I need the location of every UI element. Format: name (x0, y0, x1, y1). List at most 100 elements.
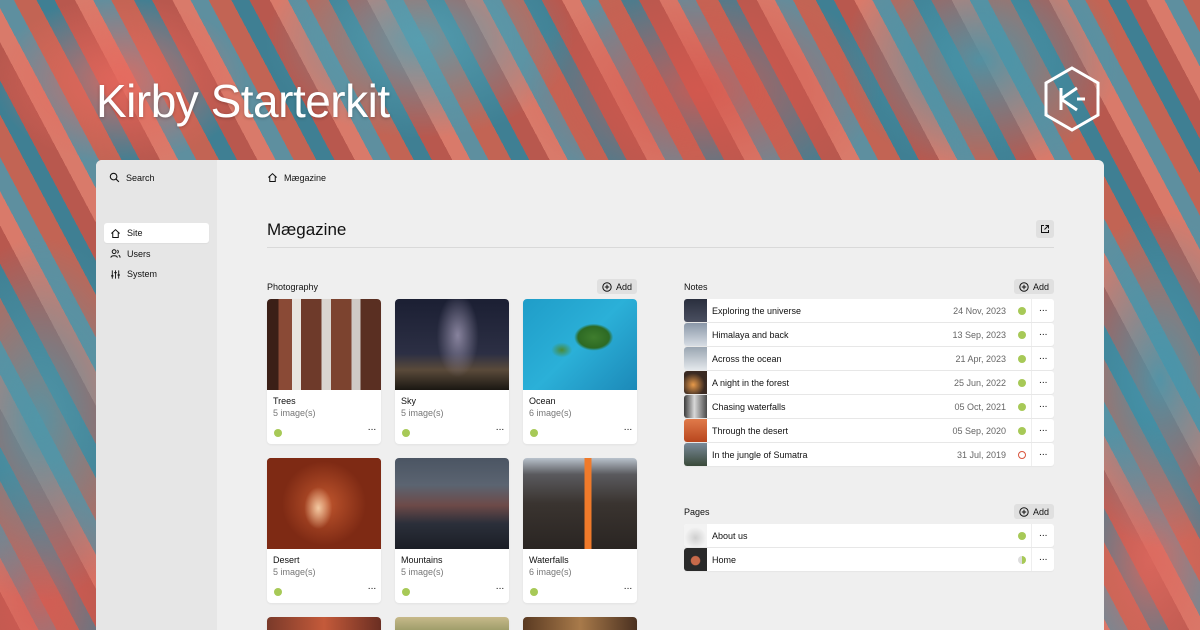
list-item[interactable]: In the jungle of Sumatra 31 Jul, 2019 ··… (684, 443, 1054, 466)
sidebar-item-site[interactable]: Site (104, 223, 209, 243)
panel-window: Search Site Users System Mægazine Mægazi… (96, 160, 1104, 630)
more-options-button[interactable]: ··· (496, 424, 505, 435)
list-item[interactable]: About us ··· (684, 524, 1054, 547)
sidebar-search-label: Search (126, 172, 155, 183)
row-thumbnail (684, 524, 707, 547)
card-mountains[interactable]: Mountains 5 image(s) ··· (395, 458, 509, 603)
add-circle-icon (602, 281, 612, 292)
status-listed-icon[interactable] (1018, 378, 1026, 387)
search-icon (109, 172, 120, 183)
more-options-button[interactable]: ··· (1036, 530, 1050, 541)
more-options-button[interactable]: ··· (496, 583, 505, 594)
row-thumbnail (684, 323, 707, 346)
card-image (523, 458, 637, 549)
kirby-logo-icon (1044, 66, 1100, 132)
notes-header: Notes Add (684, 279, 1054, 294)
row-thumbnail (684, 395, 707, 418)
status-listed-icon[interactable] (1018, 531, 1026, 540)
card-image (523, 299, 637, 390)
notes-add-button[interactable]: Add (1013, 279, 1054, 294)
breadcrumb[interactable]: Mægazine (267, 172, 326, 183)
pages-add-button[interactable]: Add (1013, 504, 1054, 519)
list-item[interactable]: Home ··· (684, 548, 1054, 571)
pages-list: About us ··· Home ··· (684, 524, 1054, 572)
sidebar-item-users[interactable]: Users (104, 244, 209, 264)
add-circle-icon (1019, 506, 1029, 517)
card-ocean[interactable]: Ocean 6 image(s) ··· (523, 299, 637, 444)
sidebar: Search Site Users System (96, 160, 217, 630)
section-label: Notes (684, 281, 708, 292)
add-circle-icon (1019, 281, 1029, 292)
more-options-button[interactable]: ··· (1036, 305, 1050, 316)
list-item[interactable]: Himalaya and back 13 Sep, 2023 ··· (684, 323, 1054, 346)
row-thumbnail (684, 419, 707, 442)
card-waterfalls[interactable]: Waterfalls 6 image(s) ··· (523, 458, 637, 603)
more-options-button[interactable]: ··· (624, 424, 633, 435)
home-icon (267, 172, 278, 183)
status-listed-icon[interactable] (1018, 354, 1026, 363)
main-content: Mægazine Mægazine Photography Add Trees … (217, 160, 1104, 630)
card-image (395, 299, 509, 390)
card-partial-1[interactable] (267, 617, 381, 630)
card-image (267, 299, 381, 390)
external-link-icon (1041, 225, 1049, 233)
more-options-button[interactable]: ··· (1036, 425, 1050, 436)
list-item[interactable]: Exploring the universe 24 Nov, 2023 ··· (684, 299, 1054, 322)
more-options-button[interactable]: ··· (1036, 401, 1050, 412)
status-listed-icon[interactable] (530, 588, 538, 596)
list-item[interactable]: A night in the forest 25 Jun, 2022 ··· (684, 371, 1054, 394)
sidebar-item-label: Users (127, 248, 151, 259)
users-icon (110, 248, 121, 259)
card-sky[interactable]: Sky 5 image(s) ··· (395, 299, 509, 444)
open-page-button[interactable] (1036, 220, 1054, 238)
pages-header: Pages Add (684, 504, 1054, 519)
status-listed-icon[interactable] (530, 429, 538, 437)
row-thumbnail (684, 443, 707, 466)
status-listed-icon[interactable] (1018, 402, 1026, 411)
status-listed-icon[interactable] (274, 588, 282, 596)
row-thumbnail (684, 548, 707, 571)
card-image (267, 458, 381, 549)
settings-sliders-icon (110, 269, 121, 280)
list-item[interactable]: Through the desert 05 Sep, 2020 ··· (684, 419, 1054, 442)
row-thumbnail (684, 299, 707, 322)
more-options-button[interactable]: ··· (624, 583, 633, 594)
sidebar-item-label: Site (127, 228, 143, 238)
more-options-button[interactable]: ··· (1036, 353, 1050, 364)
card-partial-2[interactable] (395, 617, 509, 630)
more-options-button[interactable]: ··· (368, 583, 377, 594)
sidebar-item-label: System (127, 269, 158, 279)
title-divider (267, 247, 1054, 248)
more-options-button[interactable]: ··· (1036, 377, 1050, 388)
list-item[interactable]: Across the ocean 21 Apr, 2023 ··· (684, 347, 1054, 370)
status-listed-icon[interactable] (1018, 426, 1026, 435)
status-draft-icon[interactable] (1018, 450, 1026, 459)
breadcrumb-label: Mægazine (284, 172, 327, 183)
more-options-button[interactable]: ··· (368, 424, 377, 435)
photography-header: Photography Add (267, 279, 637, 294)
page-title: Mægazine (267, 220, 347, 239)
sidebar-item-system[interactable]: System (104, 264, 209, 284)
notes-list: Exploring the universe 24 Nov, 2023 ··· … (684, 299, 1054, 467)
sidebar-search[interactable]: Search (104, 172, 209, 183)
status-listed-icon[interactable] (1018, 330, 1026, 339)
status-listed-icon[interactable] (274, 429, 282, 437)
status-unlisted-icon[interactable] (1018, 555, 1026, 564)
more-options-button[interactable]: ··· (1036, 449, 1050, 460)
status-listed-icon[interactable] (1018, 306, 1026, 315)
card-desert[interactable]: Desert 5 image(s) ··· (267, 458, 381, 603)
section-label: Photography (267, 281, 319, 292)
section-label: Pages (684, 506, 710, 517)
card-image (395, 458, 509, 549)
more-options-button[interactable]: ··· (1036, 329, 1050, 340)
photography-add-button[interactable]: Add (596, 279, 637, 294)
status-listed-icon[interactable] (402, 588, 410, 596)
status-listed-icon[interactable] (402, 429, 410, 437)
row-thumbnail (684, 347, 707, 370)
list-item[interactable]: Chasing waterfalls 05 Oct, 2021 ··· (684, 395, 1054, 418)
card-trees[interactable]: Trees 5 image(s) ··· (267, 299, 381, 444)
hero-title: Kirby Starterkit (96, 75, 390, 127)
row-thumbnail (684, 371, 707, 394)
card-partial-3[interactable] (523, 617, 637, 630)
more-options-button[interactable]: ··· (1036, 554, 1050, 565)
